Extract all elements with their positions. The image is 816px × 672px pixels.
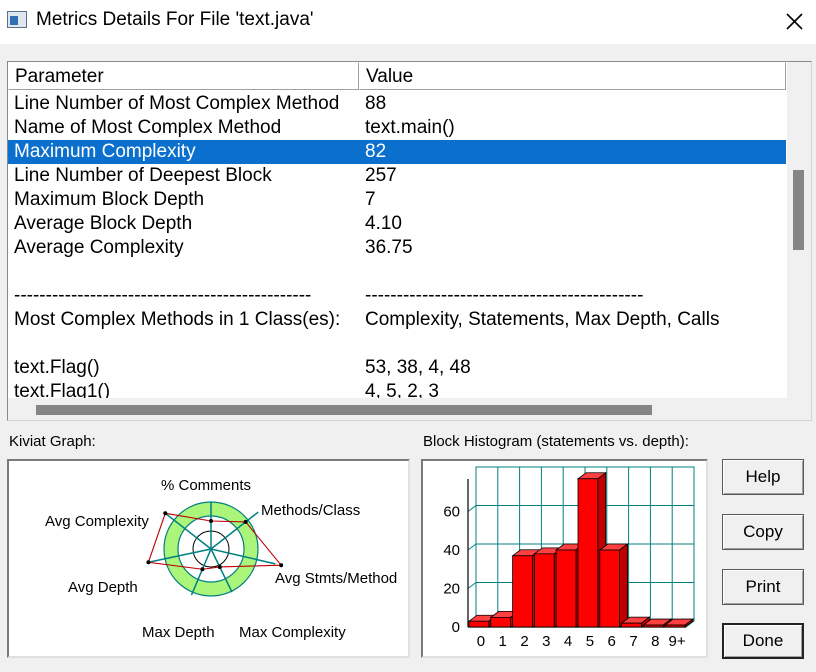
table-row[interactable]: text.Flag() 53, 38, 4, 48 [8, 356, 786, 380]
column-header-parameter[interactable]: Parameter [8, 62, 359, 90]
cell-parameter: Line Number of Most Complex Method [14, 93, 340, 114]
done-button[interactable]: Done [722, 623, 804, 659]
help-button[interactable]: Help [722, 459, 804, 495]
table-row[interactable]: Maximum Block Depth 7 [8, 188, 786, 212]
histogram-y-tick: 20 [443, 581, 460, 598]
kiviat-axis-label: % Comments [161, 477, 251, 494]
kiviat-axis-label: Avg Complexity [45, 513, 149, 530]
table-row[interactable]: text.Flag1() 4, 5, 2, 3 [8, 380, 786, 398]
vertical-scrollbar[interactable] [787, 62, 811, 398]
histogram-panel: 0 20 40 60 0 1 2 3 4 5 6 7 8 9+ [421, 459, 708, 658]
histogram-y-tick: 0 [452, 619, 460, 636]
cell-parameter: Average Block Depth [14, 213, 193, 234]
table-row[interactable]: Average Complexity 36.75 [8, 236, 786, 260]
cell-value: 82 [365, 141, 387, 162]
table-row[interactable]: Most Complex Methods in 1 Class(es): Comp… [8, 308, 786, 332]
horizontal-scrollbar[interactable] [8, 398, 787, 420]
scrollbar-corner [787, 398, 811, 420]
cell-value: 7 [365, 189, 376, 210]
histogram-x-tick: 8 [651, 633, 659, 650]
cell-parameter: Most Complex Methods in 1 Class(es): [14, 309, 341, 330]
table-row[interactable] [8, 260, 786, 284]
table-header: Parameter Value [8, 62, 786, 90]
kiviat-graph: % Comments Methods/Class Avg Stmts/Method M… [45, 477, 397, 641]
print-button[interactable]: Print [722, 569, 804, 605]
close-icon [786, 13, 803, 30]
cell-parameter: Name of Most Complex Method [14, 117, 282, 138]
kiviat-panel: % Comments Methods/Class Avg Stmts/Method M… [7, 459, 410, 658]
histogram-x-tick: 3 [542, 633, 550, 650]
cell-parameter: ----------------------------------------… [14, 285, 312, 306]
histogram-x-tick: 7 [629, 633, 637, 650]
cell-parameter: Maximum Block Depth [14, 189, 205, 210]
histogram-x-tick: 9+ [669, 633, 686, 650]
cell-parameter: Line Number of Deepest Block [14, 165, 272, 186]
close-button[interactable] [779, 7, 809, 35]
cell-parameter: Maximum Complexity [14, 141, 196, 162]
histogram-x-tick: 2 [520, 633, 528, 650]
copy-button[interactable]: Copy [722, 514, 804, 550]
kiviat-axis-label: Max Depth [142, 624, 215, 641]
table-row[interactable]: Line Number of Deepest Block 257 [8, 164, 786, 188]
kiviat-axis-label: Avg Depth [68, 579, 138, 596]
table-row[interactable]: ----------------------------------------… [8, 284, 786, 308]
cell-value: 257 [365, 165, 397, 186]
cell-value: 4.10 [365, 213, 402, 234]
cell-parameter: text.Flag1() [14, 381, 111, 398]
title-bar: Metrics Details For File 'text.java' [0, 0, 816, 44]
table-row[interactable] [8, 332, 786, 356]
cell-value: text.main() [365, 117, 455, 138]
table-body: Line Number of Most Complex Method 88 Name… [8, 92, 786, 398]
cell-value: Complexity, Statements, Max Depth, Calls [365, 309, 720, 330]
histogram-bar [598, 543, 629, 628]
histogram-x-tick: 1 [499, 633, 507, 650]
histogram-x-tick: 5 [586, 633, 594, 650]
histogram-x-tick: 4 [564, 633, 572, 650]
kiviat-axis-label: Methods/Class [261, 502, 360, 519]
cell-parameter: Average Complexity [14, 237, 184, 258]
histogram-x-tick: 0 [477, 633, 485, 650]
table-row[interactable]: Line Number of Most Complex Method 88 [8, 92, 786, 116]
horizontal-scroll-thumb[interactable] [36, 405, 652, 415]
cell-value: 53, 38, 4, 48 [365, 357, 471, 378]
cell-value: 36.75 [365, 237, 413, 258]
metrics-table[interactable]: Parameter Value Line Number of Most Comp… [7, 61, 812, 421]
block-histogram: 02040600 1 2 3 4 5 6 7 8 9+ [443, 466, 695, 650]
kiviat-axis-label: Avg Stmts/Method [275, 570, 397, 587]
histogram-x-tick: 6 [608, 633, 616, 650]
histogram-y-tick: 60 [443, 504, 460, 521]
kiviat-label: Kiviat Graph: [9, 433, 96, 450]
table-row[interactable]: Maximum Complexity 82 [8, 140, 786, 164]
histogram-label: Block Histogram (statements vs. depth): [423, 433, 689, 450]
window-title: Metrics Details For File 'text.java' [36, 9, 314, 30]
table-row[interactable]: Name of Most Complex Method text.main() [8, 116, 786, 140]
cell-parameter: text.Flag() [14, 357, 100, 378]
kiviat-axis-label: Max Complexity [239, 624, 346, 641]
column-header-value[interactable]: Value [359, 62, 786, 90]
histogram-y-tick: 40 [443, 542, 460, 559]
cell-value: 88 [365, 93, 387, 114]
app-icon [7, 11, 27, 28]
vertical-scroll-thumb[interactable] [793, 170, 804, 250]
cell-value: ----------------------------------------… [365, 285, 644, 306]
cell-value: 4, 5, 2, 3 [365, 381, 439, 398]
table-row[interactable]: Average Block Depth 4.10 [8, 212, 786, 236]
